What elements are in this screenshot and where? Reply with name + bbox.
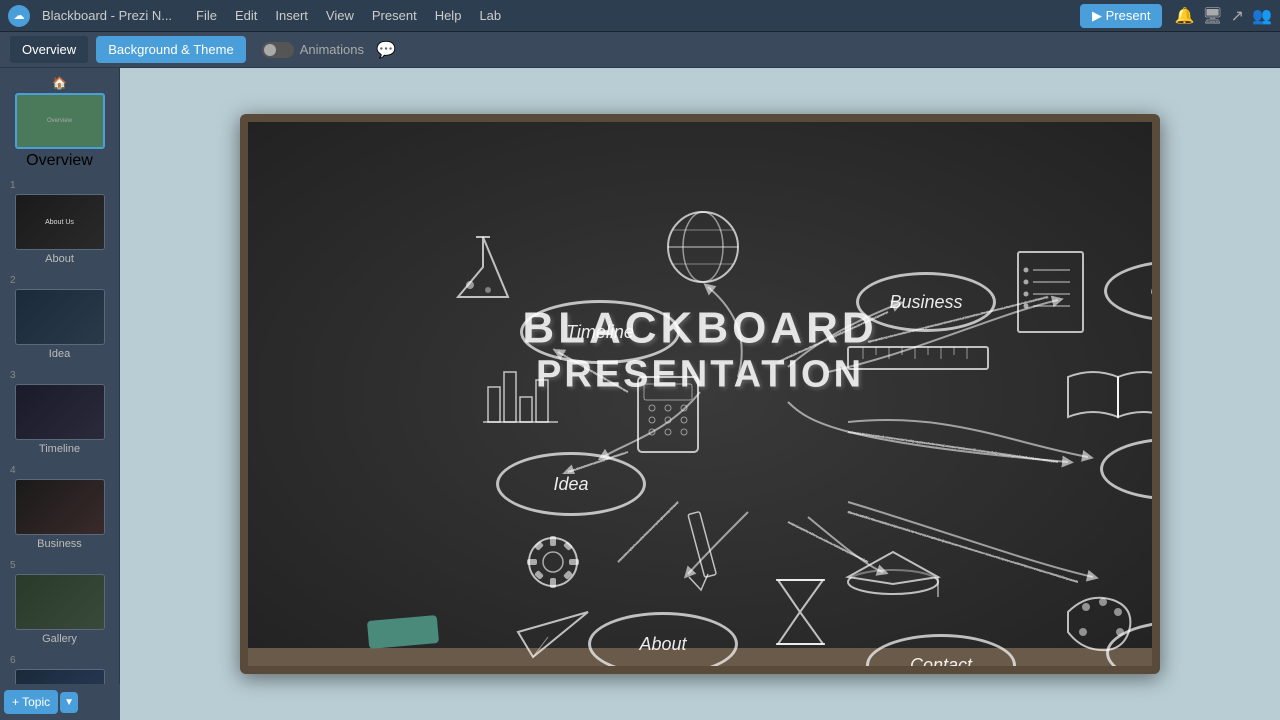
slide-thumb-2	[15, 289, 105, 345]
slide-label-1: About	[45, 253, 74, 265]
label-map: Map	[1152, 459, 1160, 480]
oval-about: About	[588, 612, 738, 674]
sidebar-item-about[interactable]: 1 About Us About	[4, 176, 115, 269]
slide-num-5: 5	[10, 560, 16, 571]
menu-view[interactable]: View	[318, 5, 362, 26]
label-idea: Idea	[553, 474, 588, 495]
slide-num-6: 6	[10, 655, 16, 666]
label-business: Business	[889, 292, 962, 313]
add-topic-button[interactable]: + Topic	[4, 690, 58, 714]
sidebar-item-timeline[interactable]: 3 Timeline	[4, 366, 115, 459]
slide-label-2: Idea	[49, 348, 70, 360]
slides-sidebar: 🏠 Overview Overview 1 About Us About 2 I…	[0, 68, 120, 720]
label-gallery: Gallery	[1150, 281, 1160, 302]
add-topic-dropdown[interactable]: ▼	[60, 692, 78, 713]
toolbar-icons: 🔔 🖥 ↗ 👥	[1174, 6, 1272, 26]
notifications-icon[interactable]: 🔔	[1174, 6, 1194, 26]
menu-lab[interactable]: Lab	[471, 5, 509, 26]
menu-present[interactable]: Present	[364, 5, 425, 26]
slide-thumb-1: About Us	[15, 194, 105, 250]
slide-num-4: 4	[10, 465, 16, 476]
menu-file[interactable]: File	[188, 5, 225, 26]
slide-label-3: Timeline	[39, 443, 80, 455]
slide-label-4: Business	[37, 538, 82, 550]
oval-idea: Idea	[496, 452, 646, 516]
sidebar-item-idea[interactable]: 2 Idea	[4, 271, 115, 364]
home-icon: 🏠	[52, 76, 67, 90]
overview-thumb-label: Overview	[47, 118, 72, 124]
slide-thumb-3	[15, 384, 105, 440]
comment-icon[interactable]: 💬	[376, 40, 396, 60]
label-about: About	[639, 634, 686, 655]
present-button[interactable]: ▶ Present	[1080, 4, 1162, 28]
menu-help[interactable]: Help	[427, 5, 470, 26]
bottom-toolbar: + Topic ▼	[0, 684, 120, 720]
title-line2: PRESENTATION	[522, 354, 877, 397]
canvas-area[interactable]: S W O T	[120, 68, 1280, 720]
toggle-knob	[264, 44, 276, 56]
label-contact: Contact	[910, 655, 972, 675]
slide-num-2: 2	[10, 275, 16, 286]
secondary-toolbar: Overview Background & Theme Animations 💬	[0, 32, 1280, 68]
menu-edit[interactable]: Edit	[227, 5, 265, 26]
share-icon[interactable]: ↗	[1231, 6, 1244, 26]
title-line1: BLACKBOARD	[522, 304, 877, 354]
animations-toggle[interactable]	[262, 42, 294, 58]
overview-label: Overview	[26, 152, 93, 170]
slide-label-5: Gallery	[42, 633, 77, 645]
animations-label: Animations	[300, 42, 364, 57]
monitor-icon[interactable]: 🖥	[1202, 6, 1222, 26]
slide-num-3: 3	[10, 370, 16, 381]
slide-num-1: 1	[10, 180, 16, 191]
users-icon[interactable]: 👥	[1252, 6, 1272, 26]
animations-toggle-area: Animations	[262, 42, 364, 58]
menu-insert[interactable]: Insert	[267, 5, 316, 26]
overview-thumbnail: Overview	[15, 93, 105, 149]
sidebar-item-business[interactable]: 4 Business	[4, 461, 115, 554]
slide-thumb-4	[15, 479, 105, 535]
tab-bg-theme[interactable]: Background & Theme	[96, 36, 246, 63]
app-title: Blackboard - Prezi N...	[42, 8, 172, 23]
tab-overview[interactable]: Overview	[10, 36, 88, 63]
blackboard-canvas: S W O T	[240, 114, 1160, 674]
menu-bar: File Edit Insert View Present Help Lab	[188, 5, 509, 26]
top-menubar: ☁ Blackboard - Prezi N... File Edit Inse…	[0, 0, 1280, 32]
main-area: 🏠 Overview Overview 1 About Us About 2 I…	[0, 68, 1280, 720]
slide-thumb-5	[15, 574, 105, 630]
blackboard-main-title: BLACKBOARD PRESENTATION	[522, 304, 877, 397]
app-icon: ☁	[8, 5, 30, 27]
sidebar-item-gallery[interactable]: 5 Gallery	[4, 556, 115, 649]
sidebar-item-overview[interactable]: 🏠 Overview Overview	[4, 72, 115, 174]
